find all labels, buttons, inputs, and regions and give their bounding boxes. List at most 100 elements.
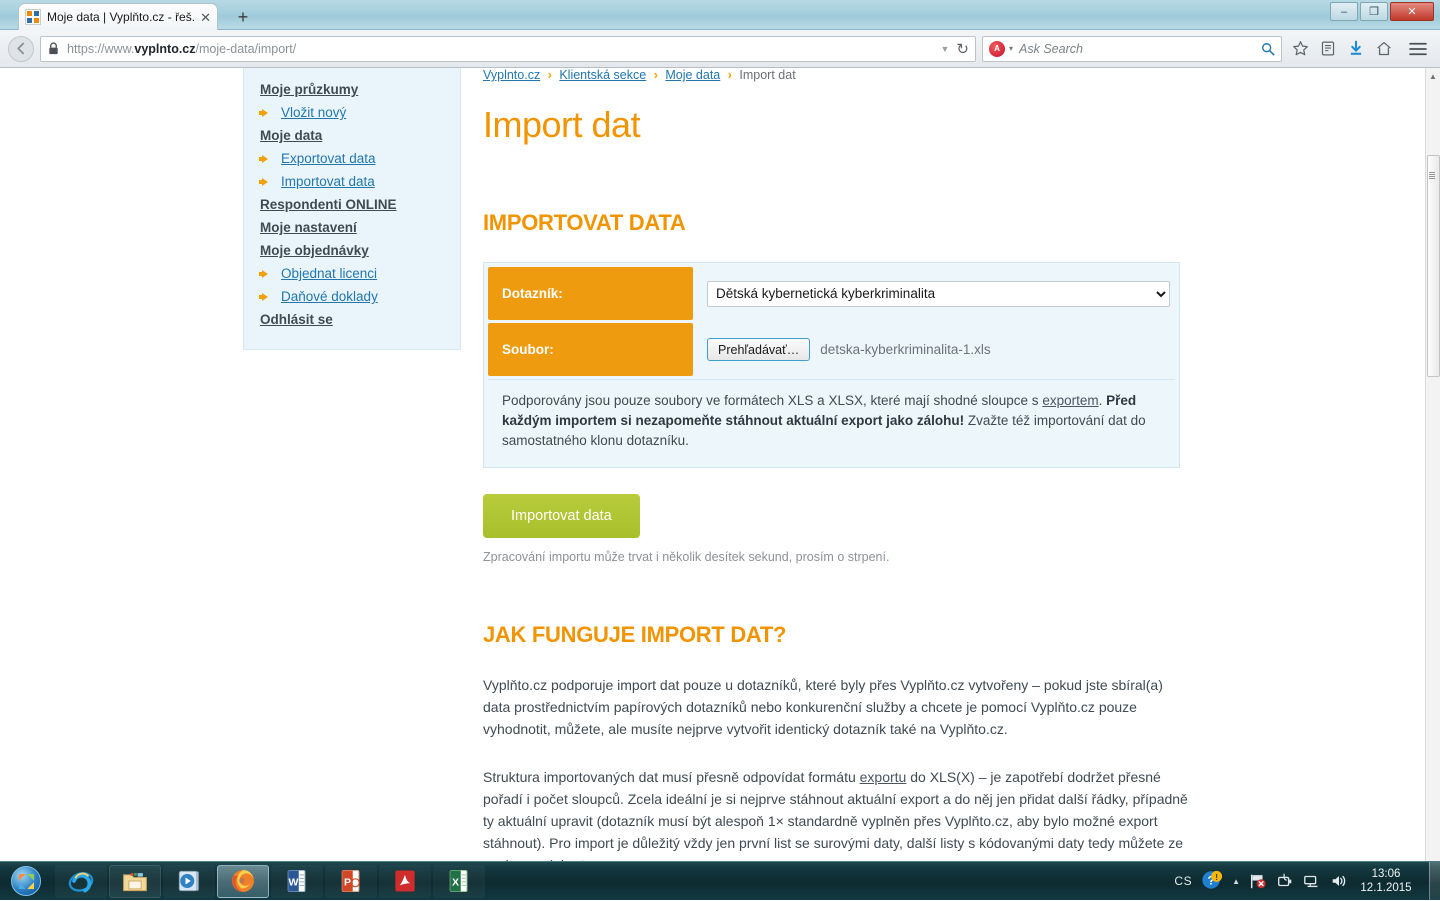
client-sidebar: Moje průzkumy Vložit nový Moje data Expo… bbox=[243, 68, 461, 350]
scroll-up-icon[interactable]: ▲ bbox=[1426, 68, 1440, 84]
file-field: Prehľadávať… detska-kyberkriminalita-1.x… bbox=[693, 323, 1175, 376]
reading-list-icon[interactable] bbox=[1314, 35, 1342, 63]
sidebar-item-exportovat-data[interactable]: Exportovat data bbox=[244, 147, 460, 170]
new-tab-button[interactable]: + bbox=[230, 7, 256, 29]
breadcrumb-link-klientska-sekce[interactable]: Klientská sekce bbox=[559, 68, 646, 82]
taskbar-item-windows-media-player[interactable] bbox=[163, 865, 215, 898]
close-window-button[interactable]: ✕ bbox=[1390, 2, 1434, 21]
system-tray: CS ? ! ▲ bbox=[1174, 867, 1425, 895]
questionnaire-select[interactable]: Dětská kybernetická kyberkriminalita bbox=[707, 281, 1170, 307]
menu-hamburger-icon[interactable] bbox=[1404, 35, 1432, 63]
battery-icon[interactable] bbox=[1276, 872, 1294, 890]
clock-date: 12.1.2015 bbox=[1357, 881, 1415, 895]
action-center-warning-icon[interactable]: ? ! bbox=[1201, 869, 1223, 894]
sidebar-item-moje-nastaveni[interactable]: Moje nastavení bbox=[244, 216, 460, 239]
breadcrumb-link-moje-data[interactable]: Moje data bbox=[665, 68, 720, 82]
title-bar: Moje data | Vyplňto.cz - řeš... ✕ + – ❐ … bbox=[0, 0, 1440, 30]
taskbar-item-microsoft-excel[interactable]: X bbox=[433, 865, 485, 898]
reload-icon[interactable]: ↻ bbox=[956, 40, 969, 58]
adobe-reader-icon bbox=[391, 867, 419, 895]
autocomplete-caret-icon[interactable]: ▼ bbox=[941, 44, 950, 54]
questionnaire-field: Dětská kybernetická kyberkriminalita bbox=[693, 267, 1175, 320]
search-engine-caret-icon[interactable]: ▾ bbox=[1009, 44, 1013, 53]
sidebar-item-danove-doklady[interactable]: Daňové doklady bbox=[244, 285, 460, 308]
sidebar-label: Importovat data bbox=[281, 174, 375, 189]
sidebar-item-importovat-data[interactable]: Importovat data bbox=[244, 170, 460, 193]
browser-tab[interactable]: Moje data | Vyplňto.cz - řeš... ✕ bbox=[18, 3, 218, 30]
search-icon[interactable] bbox=[1261, 42, 1275, 56]
bookmark-star-icon[interactable] bbox=[1286, 35, 1314, 63]
window-controls: – ❐ ✕ bbox=[1330, 2, 1434, 21]
search-bar[interactable]: A ▾ Ask Search bbox=[982, 36, 1282, 62]
url-text: https://www.vyplnto.cz/moje-data/import/ bbox=[67, 42, 296, 56]
import-processing-note: Zpracování importu může trvat i několik … bbox=[483, 550, 1193, 564]
home-icon[interactable] bbox=[1370, 35, 1398, 63]
sidebar-label: Moje data bbox=[260, 128, 322, 143]
sidebar-label: Odhlásit se bbox=[260, 312, 333, 327]
arrow-right-icon bbox=[262, 107, 273, 118]
breadcrumb: Vyplnto.cz › Klientská sekce › Moje data… bbox=[483, 68, 1193, 82]
network-icon[interactable] bbox=[1303, 872, 1321, 890]
microsoft-word-icon: W bbox=[283, 867, 311, 895]
language-indicator[interactable]: CS bbox=[1174, 874, 1192, 888]
taskbar-clock[interactable]: 13:06 12.1.2015 bbox=[1357, 867, 1415, 895]
import-form: Dotazník: Dětská kybernetická kyberkrimi… bbox=[483, 262, 1180, 468]
close-tab-icon[interactable]: ✕ bbox=[200, 11, 211, 24]
sidebar-item-moje-objednavky[interactable]: Moje objednávky bbox=[244, 239, 460, 262]
sidebar-item-moje-data[interactable]: Moje data bbox=[244, 124, 460, 147]
network-error-icon[interactable] bbox=[1249, 872, 1267, 890]
page-scrollbar[interactable]: ▲ bbox=[1425, 68, 1440, 861]
sidebar-label: Objednat licenci bbox=[281, 266, 377, 281]
tab-title: Moje data | Vyplňto.cz - řeš... bbox=[47, 10, 196, 24]
clock-time: 13:06 bbox=[1357, 867, 1415, 881]
scrollbar-thumb[interactable] bbox=[1427, 155, 1440, 377]
sidebar-item-respondenti-online[interactable]: Respondenti ONLINE bbox=[244, 193, 460, 216]
minimize-button[interactable]: – bbox=[1330, 2, 1358, 21]
file-label: Soubor: bbox=[488, 323, 693, 376]
export-link-2[interactable]: exportu bbox=[860, 769, 907, 785]
breadcrumb-separator: › bbox=[728, 68, 732, 82]
arrow-right-icon bbox=[262, 176, 273, 187]
downloads-icon[interactable] bbox=[1342, 35, 1370, 63]
taskbar-item-adobe-reader[interactable] bbox=[379, 865, 431, 898]
taskbar-item-firefox[interactable] bbox=[217, 865, 269, 898]
search-input[interactable]: Ask Search bbox=[1019, 42, 1261, 56]
arrow-right-icon bbox=[262, 268, 273, 279]
svg-text:W: W bbox=[289, 876, 299, 888]
taskbar-item-microsoft-word[interactable]: W bbox=[271, 865, 323, 898]
show-desktop-button[interactable] bbox=[1429, 862, 1440, 901]
browse-file-button[interactable]: Prehľadávať… bbox=[707, 338, 810, 361]
sidebar-item-moje-pruzkumy[interactable]: Moje průzkumy bbox=[244, 78, 460, 101]
taskbar-item-microsoft-powerpoint[interactable]: P bbox=[325, 865, 377, 898]
maximize-button[interactable]: ❐ bbox=[1360, 2, 1388, 21]
microsoft-powerpoint-icon: P bbox=[337, 867, 365, 895]
format-notice: Podporovány jsou pouze soubory ve formát… bbox=[488, 379, 1175, 463]
browser-toolbar: https://www.vyplnto.cz/moje-data/import/… bbox=[0, 30, 1440, 68]
selected-file-name: detska-kyberkriminalita-1.xls bbox=[820, 342, 990, 357]
scrollbar-grip-icon bbox=[1429, 172, 1435, 179]
breadcrumb-current: Import dat bbox=[739, 68, 795, 82]
windows-media-player-icon bbox=[175, 867, 203, 895]
page-viewport: Moje průzkumy Vložit nový Moje data Expo… bbox=[0, 68, 1440, 861]
section-title-jak-funguje: JAK FUNGUJE IMPORT DAT? bbox=[483, 622, 1193, 648]
sidebar-item-odhlasit-se[interactable]: Odhlásit se bbox=[244, 308, 460, 331]
address-bar[interactable]: https://www.vyplnto.cz/moje-data/import/… bbox=[40, 36, 976, 62]
sidebar-item-vlozit-novy[interactable]: Vložit nový bbox=[244, 101, 460, 124]
arrow-right-icon bbox=[262, 153, 273, 164]
windows-start-orb-icon bbox=[11, 866, 41, 896]
vyplnto-favicon-icon bbox=[25, 9, 41, 25]
volume-icon[interactable] bbox=[1330, 872, 1348, 890]
microsoft-excel-icon: X bbox=[445, 867, 473, 895]
import-data-button[interactable]: Importovat data bbox=[483, 494, 640, 538]
questionnaire-label: Dotazník: bbox=[488, 267, 693, 320]
sidebar-item-objednat-licenci[interactable]: Objednat licenci bbox=[244, 262, 460, 285]
para2-part-a: Struktura importovaných dat musí přesně … bbox=[483, 769, 860, 785]
start-button[interactable] bbox=[3, 864, 49, 898]
show-hidden-icons-button[interactable]: ▲ bbox=[1232, 877, 1240, 886]
main-content: Vyplnto.cz › Klientská sekce › Moje data… bbox=[483, 68, 1193, 861]
export-link[interactable]: exportem bbox=[1042, 393, 1098, 408]
back-button[interactable] bbox=[8, 36, 34, 62]
taskbar-item-windows-explorer[interactable] bbox=[109, 865, 161, 898]
taskbar-item-internet-explorer[interactable] bbox=[55, 865, 107, 898]
breadcrumb-link-vyplnto[interactable]: Vyplnto.cz bbox=[483, 68, 540, 82]
